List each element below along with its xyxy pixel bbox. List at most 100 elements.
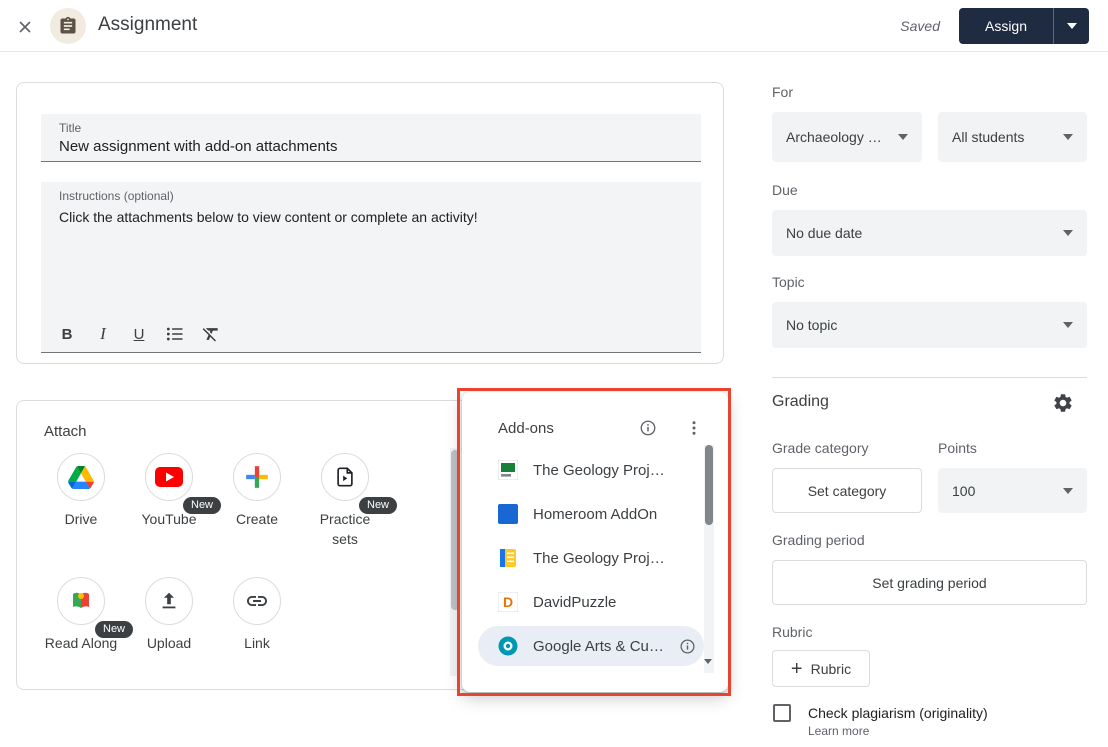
points-select[interactable]: 100 <box>938 468 1087 513</box>
attach-youtube-button[interactable]: New YouTube <box>125 453 213 529</box>
assign-button-group: Assign <box>959 8 1089 44</box>
topic-value: No topic <box>786 317 837 333</box>
geology-project-icon <box>498 460 518 480</box>
due-date-select[interactable]: No due date <box>772 210 1087 256</box>
attach-practice-sets-button[interactable]: New Practice sets <box>301 453 389 549</box>
for-label: For <box>772 84 793 100</box>
info-icon[interactable] <box>679 638 696 655</box>
title-label: Title <box>41 114 701 135</box>
attach-link-button[interactable]: Link <box>213 577 301 653</box>
italic-button[interactable]: I <box>85 319 121 349</box>
close-icon[interactable] <box>13 15 37 39</box>
svg-text:D: D <box>503 594 513 610</box>
addon-row-davidpuzzle[interactable]: D DavidPuzzle <box>478 580 704 624</box>
grade-category-select[interactable]: Set category <box>772 468 922 513</box>
link-icon <box>233 577 281 625</box>
page-title: Assignment <box>98 14 197 36</box>
instructions-label: Instructions (optional) <box>41 182 701 203</box>
underline-button[interactable]: U <box>121 319 157 349</box>
clear-formatting-icon <box>201 324 221 344</box>
addon-name: DavidPuzzle <box>533 594 616 611</box>
topic-select[interactable]: No topic <box>772 302 1087 348</box>
attach-create-button[interactable]: Create <box>213 453 301 529</box>
class-select[interactable]: Archaeology … <box>772 112 922 162</box>
create-plus-icon <box>233 453 281 501</box>
clear-formatting-button[interactable] <box>193 319 229 349</box>
drive-icon <box>57 453 105 501</box>
add-rubric-button[interactable]: + Rubric <box>772 650 870 687</box>
addon-row-geology-1[interactable]: The Geology Proj… <box>478 448 704 492</box>
title-value: New assignment with add-on attachments <box>41 135 701 155</box>
attach-heading: Attach <box>44 423 87 440</box>
attach-drive-button[interactable]: Drive <box>37 453 125 529</box>
chevron-down-icon <box>1063 134 1073 140</box>
more-options-icon[interactable] <box>682 416 706 440</box>
grade-category-value: Set category <box>808 483 887 499</box>
new-badge: New <box>359 497 397 514</box>
chevron-down-icon <box>1063 322 1073 328</box>
due-label: Due <box>772 182 798 198</box>
attach-label: Practice sets <box>307 509 383 549</box>
topic-label: Topic <box>772 274 805 290</box>
notebook-icon <box>498 548 518 568</box>
bulleted-list-button[interactable] <box>157 319 193 349</box>
practice-sets-icon <box>321 453 369 501</box>
addons-header: Add-ons <box>462 392 728 440</box>
arts-culture-icon <box>498 636 518 656</box>
grading-heading: Grading <box>772 393 829 411</box>
header-bar: Assignment Saved Assign <box>0 0 1108 52</box>
divider <box>772 377 1087 378</box>
addon-row-homeroom[interactable]: Homeroom AddOn <box>478 492 704 536</box>
chevron-down-icon <box>1067 23 1077 29</box>
addon-name: The Geology Proj… <box>533 462 665 479</box>
attach-scrollbar[interactable] <box>450 448 460 676</box>
homeroom-addon-icon <box>498 504 518 524</box>
grade-category-label: Grade category <box>772 440 869 456</box>
davidpuzzle-icon: D <box>498 592 518 612</box>
assign-dropdown-button[interactable] <box>1053 8 1089 44</box>
students-select[interactable]: All students <box>938 112 1087 162</box>
youtube-icon <box>145 453 193 501</box>
chevron-down-icon <box>898 134 908 140</box>
info-icon[interactable] <box>636 416 660 440</box>
scroll-down-icon[interactable] <box>704 659 712 664</box>
plagiarism-label: Check plagiarism (originality) <box>808 705 988 721</box>
instructions-input[interactable]: Instructions (optional) Click the attach… <box>41 182 701 353</box>
points-label: Points <box>938 440 977 456</box>
plagiarism-checkbox[interactable] <box>773 704 791 722</box>
addon-name: The Geology Proj… <box>533 550 665 567</box>
due-date-value: No due date <box>786 225 862 241</box>
instructions-value: Click the attachments below to view cont… <box>41 203 701 227</box>
attach-upload-button[interactable]: Upload <box>125 577 213 653</box>
read-along-icon <box>57 577 105 625</box>
scrollbar-thumb[interactable] <box>705 445 713 525</box>
addon-name: Google Arts & Cu… <box>533 638 664 655</box>
grading-period-label: Grading period <box>772 532 865 548</box>
addons-popup: Add-ons The Geology Proj… Homeroom AddOn <box>462 392 728 692</box>
points-value: 100 <box>952 483 975 499</box>
learn-more-link[interactable]: Learn more <box>808 724 869 738</box>
addon-row-arts-culture[interactable]: Google Arts & Cu… <box>478 626 704 666</box>
chevron-down-icon <box>1063 488 1073 494</box>
bold-button[interactable]: B <box>49 319 85 349</box>
addon-name: Homeroom AddOn <box>533 506 657 523</box>
set-grading-period-button[interactable]: Set grading period <box>772 560 1087 605</box>
set-grading-period-label: Set grading period <box>872 575 986 591</box>
attach-read-along-button[interactable]: New Read Along <box>37 577 125 653</box>
title-input[interactable]: Title New assignment with add-on attachm… <box>41 114 701 162</box>
scrollbar-thumb[interactable] <box>451 450 459 610</box>
addons-title: Add-ons <box>498 420 554 437</box>
addons-list: The Geology Proj… Homeroom AddOn The Geo… <box>478 448 704 668</box>
assignment-form-card: Title New assignment with add-on attachm… <box>16 82 724 364</box>
assign-button[interactable]: Assign <box>959 8 1053 44</box>
addon-row-geology-2[interactable]: The Geology Proj… <box>478 536 704 580</box>
attach-label: Create <box>219 509 295 529</box>
addons-scrollbar[interactable] <box>704 445 714 673</box>
plus-icon: + <box>791 659 803 679</box>
upload-icon <box>145 577 193 625</box>
rubric-label: Rubric <box>772 624 812 640</box>
chevron-down-icon <box>1063 230 1073 236</box>
saved-status: Saved <box>900 18 940 34</box>
students-select-value: All students <box>952 129 1024 145</box>
gear-icon[interactable] <box>1050 390 1076 416</box>
